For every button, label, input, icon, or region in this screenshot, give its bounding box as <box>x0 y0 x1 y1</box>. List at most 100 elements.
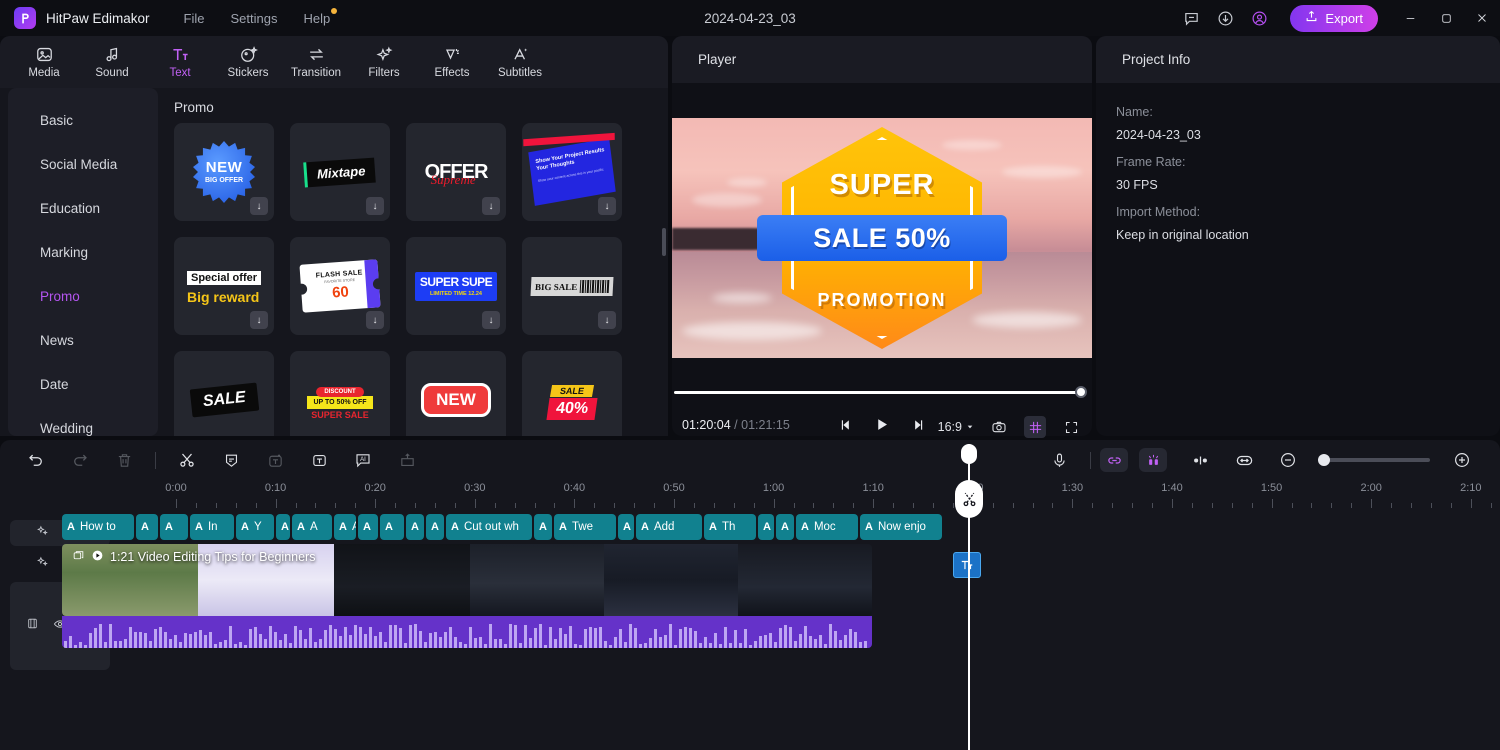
fullscreen-icon[interactable] <box>1060 416 1082 438</box>
zoom-out-icon[interactable] <box>1266 440 1310 480</box>
template-flash-sale-60[interactable]: FLASH SALE FAVORITE STORE 60 ↓ <box>290 237 390 335</box>
text-clip[interactable]: A Th <box>704 514 756 540</box>
next-frame-icon[interactable] <box>911 418 925 437</box>
download-icon[interactable]: ↓ <box>598 197 616 215</box>
template-new-red[interactable]: NEW <box>406 351 506 436</box>
tool-transition[interactable]: Transition <box>282 36 350 88</box>
tool-stickers[interactable]: Stickers <box>214 36 282 88</box>
aspect-ratio-select[interactable]: 16:9 <box>938 420 974 434</box>
category-marking[interactable]: Marking <box>8 230 158 274</box>
text-clip[interactable]: A <box>406 514 424 540</box>
text-box-icon[interactable] <box>297 440 341 480</box>
ai-caption-icon[interactable]: AI <box>341 440 385 480</box>
category-education[interactable]: Education <box>8 186 158 230</box>
link-icon[interactable] <box>1100 448 1128 472</box>
export-clip-icon[interactable] <box>385 440 429 480</box>
download-icon[interactable]: ↓ <box>250 197 268 215</box>
tool-effects[interactable]: Effects <box>418 36 486 88</box>
microphone-icon[interactable] <box>1037 440 1081 480</box>
video-preview[interactable]: SUPER PROMOTION SALE 50% <box>672 118 1092 358</box>
tool-text[interactable]: Text <box>146 36 214 88</box>
download-icon[interactable]: ↓ <box>366 311 384 329</box>
template-special-offer-big-reward[interactable]: Special offer Big reward ↓ <box>174 237 274 335</box>
delete-icon[interactable] <box>102 440 146 480</box>
template-new-big-offer[interactable]: NEW BIG OFFER ↓ <box>174 123 274 221</box>
zoom-slider-knob[interactable] <box>1318 454 1330 466</box>
feedback-icon[interactable] <box>1174 0 1208 36</box>
download-icon[interactable]: ↓ <box>366 197 384 215</box>
text-clip[interactable]: A <box>136 514 158 540</box>
audio-track[interactable] <box>62 616 872 648</box>
split-icon[interactable] <box>165 440 209 480</box>
category-promo[interactable]: Promo <box>8 274 158 318</box>
download-icon[interactable]: ↓ <box>482 197 500 215</box>
text-clip[interactable]: AA <box>334 514 356 540</box>
zoom-in-icon[interactable] <box>1440 440 1484 480</box>
text-clip[interactable]: A <box>380 514 404 540</box>
text-clip[interactable]: A Moc <box>796 514 858 540</box>
close-button[interactable] <box>1464 0 1500 36</box>
timeline-ruler[interactable]: 0:000:100:200:300:400:501:001:101:201:30… <box>0 480 1500 508</box>
category-news[interactable]: News <box>8 318 158 362</box>
template-show-your-project-results[interactable]: Show Your Project Results Your Thoughts … <box>522 123 622 221</box>
undo-icon[interactable] <box>14 440 58 480</box>
text-clip[interactable]: A In <box>190 514 234 540</box>
text-clip[interactable]: A Add <box>636 514 702 540</box>
download-icon[interactable]: ↓ <box>482 311 500 329</box>
add-text-icon[interactable] <box>253 440 297 480</box>
selected-text-marker[interactable] <box>953 552 981 578</box>
text-clip[interactable]: A <box>426 514 444 540</box>
template-offer-supreme[interactable]: OFFER Supreme ↓ <box>406 123 506 221</box>
progress-track[interactable] <box>674 391 1080 394</box>
text-clip[interactable]: A <box>618 514 634 540</box>
text-clip[interactable]: A Now enjo <box>860 514 942 540</box>
text-clip[interactable]: A <box>276 514 290 540</box>
minimize-button[interactable] <box>1392 0 1428 36</box>
prev-frame-icon[interactable] <box>840 418 854 437</box>
text-clip[interactable]: A <box>358 514 378 540</box>
template-scrollbar[interactable] <box>662 228 666 256</box>
category-basic[interactable]: Basic <box>8 98 158 142</box>
download-icon[interactable]: ↓ <box>598 311 616 329</box>
menu-item-help[interactable]: Help <box>303 7 338 26</box>
menu-item-settings[interactable]: Settings <box>230 11 277 26</box>
category-social-media[interactable]: Social Media <box>8 142 158 186</box>
magnet-icon[interactable] <box>1139 448 1167 472</box>
maximize-button[interactable] <box>1428 0 1464 36</box>
template-sale-40[interactable]: SALE 40% <box>522 351 622 436</box>
grid-icon[interactable] <box>1024 416 1046 438</box>
tool-sound[interactable]: Sound <box>78 36 146 88</box>
export-button[interactable]: Export <box>1290 4 1378 32</box>
template-sale-brush[interactable]: SALE <box>174 351 274 436</box>
text-clip[interactable]: A <box>758 514 774 540</box>
text-clip[interactable]: A <box>160 514 188 540</box>
template-super-supe[interactable]: SUPER SUPE LIMITED TIME 12.24 ↓ <box>406 237 506 335</box>
tool-filters[interactable]: Filters <box>350 36 418 88</box>
film-icon[interactable] <box>26 617 39 635</box>
playhead[interactable] <box>955 444 983 750</box>
effects-icon[interactable] <box>36 524 49 542</box>
template-mixtape[interactable]: Mixtape ↓ <box>290 123 390 221</box>
play-icon[interactable] <box>875 417 890 437</box>
text-clip[interactable]: AA <box>292 514 332 540</box>
template-discount-up-to-50[interactable]: DISCOUNT UP TO 50% OFF SUPER SALE <box>290 351 390 436</box>
category-date[interactable]: Date <box>8 362 158 406</box>
align-icon[interactable] <box>1178 440 1222 480</box>
text-clip[interactable]: A <box>776 514 794 540</box>
fit-icon[interactable] <box>1222 440 1266 480</box>
playhead-handle[interactable] <box>961 444 977 464</box>
template-big-sale-barcode[interactable]: BIG SALE ↓ <box>522 237 622 335</box>
tool-media[interactable]: Media <box>10 36 78 88</box>
progress-knob[interactable] <box>1075 386 1087 398</box>
download-icon[interactable]: ↓ <box>250 311 268 329</box>
menu-item-file[interactable]: File <box>184 11 205 26</box>
text-clip[interactable]: AY <box>236 514 274 540</box>
redo-icon[interactable] <box>58 440 102 480</box>
text-clip[interactable]: A <box>534 514 552 540</box>
text-clip[interactable]: A How to <box>62 514 134 540</box>
marker-icon[interactable] <box>209 440 253 480</box>
text-clip[interactable]: A Cut out wh <box>446 514 532 540</box>
player-progress[interactable] <box>672 382 1092 404</box>
tool-subtitles[interactable]: Subtitles <box>486 36 554 88</box>
zoom-slider[interactable] <box>1318 454 1430 466</box>
